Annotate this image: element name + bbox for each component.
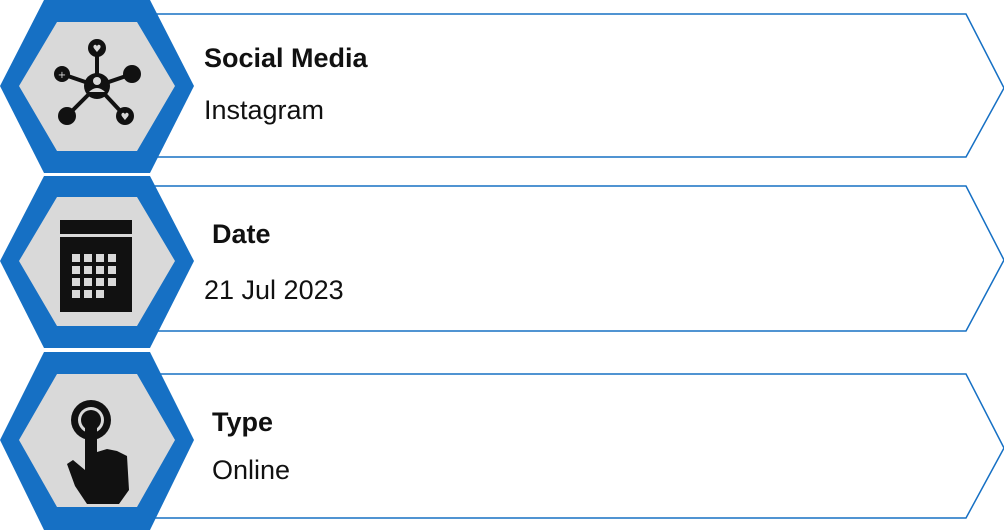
calendar-icon xyxy=(60,220,132,312)
card-title: Social Media xyxy=(204,43,368,73)
pointing-hand-icon xyxy=(67,400,129,504)
svg-text:♥: ♥ xyxy=(121,112,130,123)
svg-text:+: + xyxy=(58,70,66,81)
svg-text:♥: ♥ xyxy=(93,44,102,55)
card-frame xyxy=(0,352,1004,530)
card-title: Date xyxy=(212,219,271,249)
info-card-type: Type Online xyxy=(0,352,1004,530)
card-value: 21 Jul 2023 xyxy=(204,275,344,305)
card-title: Type xyxy=(212,407,274,437)
card-frame xyxy=(0,176,1004,348)
card-frame xyxy=(0,0,1004,173)
info-card-date: Date 21 Jul 2023 xyxy=(0,176,1004,351)
card-value: Instagram xyxy=(204,95,325,125)
info-card-social-media: ♥ + ♥ Social Media Instagram xyxy=(0,0,1004,175)
card-value: Online xyxy=(212,455,291,485)
social-network-icon: ♥ + ♥ xyxy=(54,39,141,125)
